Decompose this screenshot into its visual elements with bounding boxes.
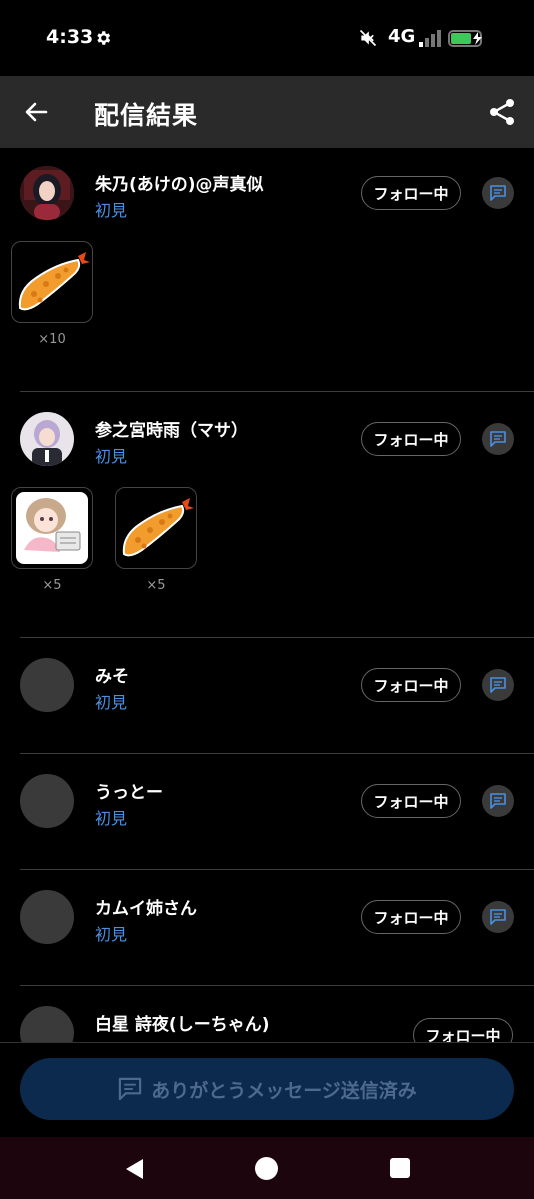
gift-item: [11, 241, 93, 323]
mute-icon: [359, 29, 377, 47]
nav-home-icon[interactable]: [255, 1157, 278, 1180]
user-name[interactable]: うっとー: [95, 778, 163, 803]
list-item: カムイ姉さん 初見 フォロー中: [0, 870, 534, 986]
page-title: 配信結果: [94, 101, 199, 130]
user-name[interactable]: カムイ姉さん: [95, 894, 197, 919]
list-item: うっとー 初見 フォロー中: [0, 754, 534, 870]
gift-item: [115, 487, 197, 569]
avatar[interactable]: [20, 774, 74, 828]
gift-count: ×5: [42, 578, 62, 593]
message-button[interactable]: [482, 177, 514, 209]
system-nav-bar: [0, 1137, 534, 1199]
avatar[interactable]: [20, 166, 74, 220]
follow-button[interactable]: フォロー中: [413, 1018, 513, 1042]
anime-girl-sticker-icon: [16, 492, 88, 564]
avatar[interactable]: [20, 658, 74, 712]
battery-charging-icon: [448, 30, 482, 47]
avatar[interactable]: [20, 890, 74, 944]
follow-button[interactable]: フォロー中: [361, 176, 461, 210]
message-icon: [490, 677, 506, 693]
avatar[interactable]: [20, 1006, 74, 1042]
app-bar: 配信結果: [0, 76, 534, 148]
message-button[interactable]: [482, 901, 514, 933]
nav-recents-icon[interactable]: [390, 1158, 410, 1178]
message-icon: [490, 909, 506, 925]
gift-item: [11, 487, 93, 569]
gear-icon: [97, 31, 111, 45]
list-item: 白星 詩夜(しーちゃん) フォロー中: [0, 986, 534, 1042]
first-visit-tag: 初見: [95, 447, 128, 466]
signal-icon: [419, 30, 441, 47]
message-icon: [490, 793, 506, 809]
first-visit-tag: 初見: [95, 201, 128, 220]
avatar[interactable]: [20, 412, 74, 466]
thanks-button-label: ありがとうメッセージ送信済み: [151, 1079, 417, 1102]
message-button[interactable]: [482, 669, 514, 701]
fried-shrimp-icon: [122, 498, 194, 557]
message-icon: [490, 185, 506, 201]
gift-count: ×10: [38, 332, 66, 347]
first-visit-tag: 初見: [95, 693, 128, 712]
status-bar: 4:33 4G: [0, 0, 534, 76]
follow-button[interactable]: フォロー中: [361, 422, 461, 456]
nav-back-icon[interactable]: [122, 1157, 146, 1181]
user-name[interactable]: みそ: [95, 662, 129, 687]
first-visit-tag: 初見: [95, 925, 128, 944]
first-visit-tag: 初見: [95, 809, 128, 828]
user-name[interactable]: 朱乃(あけの)@声真似: [95, 170, 264, 195]
gift-count: ×5: [146, 578, 166, 593]
result-list[interactable]: 朱乃(あけの)@声真似 初見 フォロー中 ×10 参之宮時雨（マサ） 初見 フォ…: [0, 148, 534, 1042]
follow-button[interactable]: フォロー中: [361, 668, 461, 702]
message-button[interactable]: [482, 785, 514, 817]
list-item: 朱乃(あけの)@声真似 初見 フォロー中 ×10: [0, 148, 534, 392]
fried-shrimp-icon: [18, 252, 90, 311]
follow-button[interactable]: フォロー中: [361, 900, 461, 934]
message-button[interactable]: [482, 423, 514, 455]
message-icon: [490, 431, 506, 447]
message-icon: [118, 1077, 142, 1101]
follow-button[interactable]: フォロー中: [361, 784, 461, 818]
share-icon[interactable]: [486, 96, 518, 128]
thanks-message-button[interactable]: ありがとうメッセージ送信済み: [20, 1058, 514, 1120]
status-time: 4:33: [46, 26, 94, 48]
list-item: 参之宮時雨（マサ） 初見 フォロー中 ×5 ×5: [0, 392, 534, 638]
user-name[interactable]: 白星 詩夜(しーちゃん): [95, 1010, 269, 1035]
back-arrow-icon[interactable]: [20, 96, 52, 128]
footer-divider: [0, 1042, 534, 1043]
network-type: 4G: [388, 26, 416, 47]
list-item: みそ 初見 フォロー中: [0, 638, 534, 754]
user-name[interactable]: 参之宮時雨（マサ）: [95, 416, 248, 441]
